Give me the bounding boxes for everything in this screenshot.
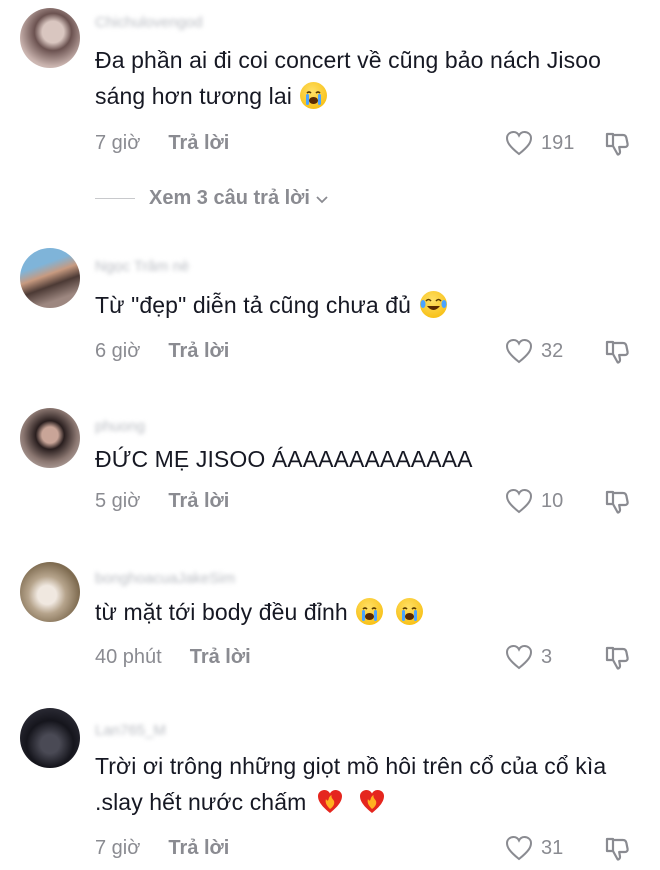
dislike-button[interactable] — [603, 338, 631, 371]
face-with-tears-of-joy-icon — [419, 291, 447, 318]
heart-on-fire-icon — [357, 787, 387, 815]
chevron-down-icon — [316, 195, 328, 203]
loudly-crying-face-icon — [356, 598, 384, 625]
thumbs-down-icon — [605, 132, 629, 156]
like-count: 191 — [541, 131, 575, 154]
like-button[interactable]: 10 — [505, 488, 563, 514]
comment-text: ĐỨC MẸ JISOO ÁAAAAAAAAAAAA — [95, 441, 635, 477]
view-replies-button[interactable]: Xem 3 câu trả lời — [95, 187, 330, 210]
heart-outline-icon — [505, 644, 533, 670]
comment-text: Từ "đẹp" diễn tả cũng chưa đủ — [95, 287, 635, 323]
loudly-crying-face-icon — [300, 82, 328, 109]
heart-on-fire-icon — [315, 787, 345, 815]
like-count: 32 — [541, 339, 564, 362]
comment-text-content: từ mặt tới body đều đỉnh — [95, 599, 348, 625]
comment-text: Trời ơi trông những giọt mồ hôi trên cổ … — [95, 748, 635, 820]
comment-meta: 7 giờ Trả lời — [95, 837, 229, 860]
comment-username[interactable]: Ngọc Trâm nè — [95, 258, 189, 275]
avatar[interactable] — [20, 408, 80, 468]
thumbs-down-icon — [605, 646, 629, 670]
comment-text: từ mặt tới body đều đỉnh — [95, 594, 635, 630]
heart-outline-icon — [505, 835, 533, 861]
dislike-button[interactable] — [603, 130, 631, 163]
comment-time: 6 giờ — [95, 340, 141, 362]
comment-meta: 40 phút Trả lời — [95, 646, 251, 669]
like-button[interactable]: 3 — [505, 644, 552, 670]
comment-time: 7 giờ — [95, 132, 141, 154]
loudly-crying-face-icon — [395, 598, 423, 625]
comment-username[interactable]: Chichulovengod — [95, 14, 203, 31]
divider — [95, 198, 135, 199]
avatar[interactable] — [20, 248, 80, 308]
comment-meta: 7 giờ Trả lời — [95, 132, 229, 155]
reply-button[interactable]: Trả lời — [168, 132, 229, 154]
avatar[interactable] — [20, 8, 80, 68]
comment-text: Đa phần ai đi coi concert về cũng bảo ná… — [95, 42, 635, 114]
reply-button[interactable]: Trả lời — [168, 837, 229, 859]
dislike-button[interactable] — [603, 644, 631, 677]
dislike-button[interactable] — [603, 835, 631, 868]
thumbs-down-icon — [605, 837, 629, 861]
thumbs-down-icon — [605, 340, 629, 364]
avatar[interactable] — [20, 562, 80, 622]
heart-outline-icon — [505, 130, 533, 156]
comment-time: 40 phút — [95, 646, 162, 668]
comment-meta: 5 giờ Trả lời — [95, 490, 229, 513]
dislike-button[interactable] — [603, 488, 631, 521]
reply-button[interactable]: Trả lời — [168, 340, 229, 362]
like-button[interactable]: 31 — [505, 835, 563, 861]
heart-outline-icon — [505, 338, 533, 364]
like-count: 3 — [541, 645, 553, 668]
comment-meta: 6 giờ Trả lời — [95, 340, 229, 363]
avatar[interactable] — [20, 708, 80, 768]
like-count: 10 — [541, 489, 564, 512]
comment-username[interactable]: phuong — [95, 418, 145, 435]
heart-outline-icon — [505, 488, 533, 514]
comment-time: 5 giờ — [95, 490, 141, 512]
thumbs-down-icon — [605, 490, 629, 514]
comment-text-content: Trời ơi trông những giọt mồ hôi trên cổ … — [95, 753, 607, 815]
like-button[interactable]: 191 — [505, 130, 574, 156]
comment-text-content: Đa phần ai đi coi concert về cũng bảo ná… — [95, 47, 602, 109]
like-count: 31 — [541, 836, 564, 859]
like-button[interactable]: 32 — [505, 338, 563, 364]
comment-text-content: Từ "đẹp" diễn tả cũng chưa đủ — [95, 292, 411, 318]
comment-text-content: ĐỨC MẸ JISOO ÁAAAAAAAAAAAA — [95, 446, 473, 472]
comment-time: 7 giờ — [95, 837, 141, 859]
comment-username[interactable]: Lan765_M — [95, 722, 166, 739]
comment-username[interactable]: bonghoacuaJakeSim — [95, 570, 235, 587]
view-replies-label: Xem 3 câu trả lời — [149, 187, 310, 209]
reply-button[interactable]: Trả lời — [190, 646, 251, 668]
reply-button[interactable]: Trả lời — [168, 490, 229, 512]
